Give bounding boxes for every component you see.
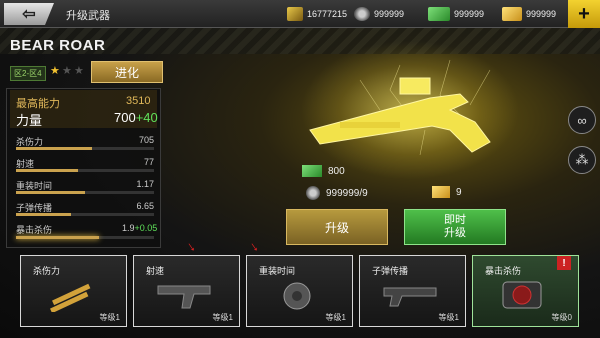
- gold-cost: 9: [432, 186, 462, 198]
- card-level: 等级1: [325, 313, 346, 322]
- gear-parts-icon: [306, 186, 320, 200]
- card-name: 暴击杀伤: [485, 266, 522, 276]
- max-power-label: 最高能力: [16, 98, 60, 110]
- card-level: 等级0: [551, 313, 572, 322]
- stat-value: 1.9: [122, 223, 135, 233]
- parts-resource: 999999: [354, 5, 404, 23]
- back-arrow-icon: ⇦: [22, 6, 36, 23]
- stat-bar-fill: [16, 213, 72, 216]
- star-filled-icon: ★: [50, 65, 60, 77]
- stat-value-group: 1.9+0.05: [122, 223, 157, 233]
- gold-bars-icon: [432, 186, 450, 198]
- binoculars-icon: ∞: [577, 112, 587, 128]
- gold-cost-value: 9: [456, 186, 462, 198]
- receiver-icon: [157, 285, 211, 309]
- cash-cost-value: 800: [328, 165, 345, 177]
- stat-bar: [16, 147, 154, 150]
- card-name: 杀伤力: [33, 266, 61, 276]
- part-card-fire-rate[interactable]: 射速 等级1: [133, 255, 240, 327]
- stat-value: 1.17: [136, 179, 154, 189]
- upgrade-button[interactable]: 升级: [286, 209, 388, 245]
- part-card-damage[interactable]: 杀伤力 等级1: [20, 255, 127, 327]
- gear-parts-icon: [354, 7, 370, 21]
- parts-cost-value: 999999/9: [326, 187, 368, 199]
- page-title: 升级武器: [66, 10, 110, 22]
- max-power-value: 3510: [126, 95, 151, 107]
- shotgun-image: [309, 60, 491, 156]
- stat-value: 6.65: [136, 201, 154, 211]
- stat-bonus: +0.05: [134, 223, 158, 233]
- weapon-name: BEAR ROAR: [10, 37, 106, 54]
- cash-resource: 999999: [428, 5, 484, 23]
- add-currency-button[interactable]: +: [568, 0, 600, 28]
- card-level: 等级1: [99, 313, 120, 322]
- card-name: 子弹传播: [372, 266, 409, 276]
- bullets-icon: ⁂: [575, 152, 589, 167]
- star-empty-icon: ★: [62, 65, 72, 77]
- cash-cost: 800: [302, 165, 345, 177]
- power-label: 力量: [16, 113, 43, 128]
- ammo-button[interactable]: ⁂: [568, 146, 596, 174]
- gold-resource: 999999: [502, 5, 556, 23]
- stat-bar: [16, 191, 154, 194]
- stat-bar: [16, 236, 154, 239]
- stat-value: 705: [138, 135, 154, 145]
- part-card-reload[interactable]: 重装时间 等级1: [246, 255, 353, 327]
- stat-bar: [16, 213, 154, 216]
- part-card-spread[interactable]: 子弹传播 等级1: [359, 255, 466, 327]
- card-level: 等级1: [438, 313, 459, 322]
- alert-icon: !: [557, 256, 571, 270]
- scope-icon: [502, 281, 542, 309]
- instant-upgrade-line1: 即时: [444, 214, 466, 226]
- drum-mag-icon: [283, 282, 311, 310]
- parts-count: 999999: [374, 9, 405, 19]
- medal-count: 16777215: [307, 9, 348, 19]
- parts-cost: 999999/9: [306, 186, 368, 200]
- stat-bar-fill: [16, 191, 85, 194]
- instant-upgrade-button[interactable]: 即时 升级: [404, 209, 506, 245]
- stat-bar-fill: [16, 169, 79, 172]
- tier-badge: 区2-区4: [10, 66, 46, 81]
- shells-icon: [50, 283, 91, 312]
- view-button[interactable]: ∞: [568, 106, 596, 134]
- cash-count: 999999: [454, 9, 485, 19]
- medal-icon: [287, 7, 303, 21]
- power-value-group: 700+40: [114, 110, 158, 125]
- card-level: 等级1: [212, 313, 233, 322]
- gold-bars-icon: [502, 7, 522, 21]
- barrel-icon: [383, 287, 437, 307]
- stat-bar-fill: [16, 236, 99, 239]
- card-name: 射速: [146, 266, 165, 276]
- power-value: 700: [114, 110, 136, 125]
- stat-label: 暴击杀伤: [16, 225, 53, 235]
- cash-icon: [302, 165, 322, 177]
- card-name: 重装时间: [259, 266, 296, 276]
- medal-resource: 16777215: [287, 5, 347, 23]
- stat-bar-fill: [16, 147, 92, 150]
- instant-upgrade-line2: 升级: [444, 227, 466, 239]
- stat-bar: [16, 169, 154, 172]
- cash-icon: [428, 7, 450, 21]
- evolve-button[interactable]: 进化: [91, 61, 163, 83]
- star-empty-icon: ★: [74, 65, 84, 77]
- stat-value: 77: [143, 157, 154, 167]
- power-bonus: +40: [135, 110, 158, 125]
- gold-count: 999999: [526, 9, 557, 19]
